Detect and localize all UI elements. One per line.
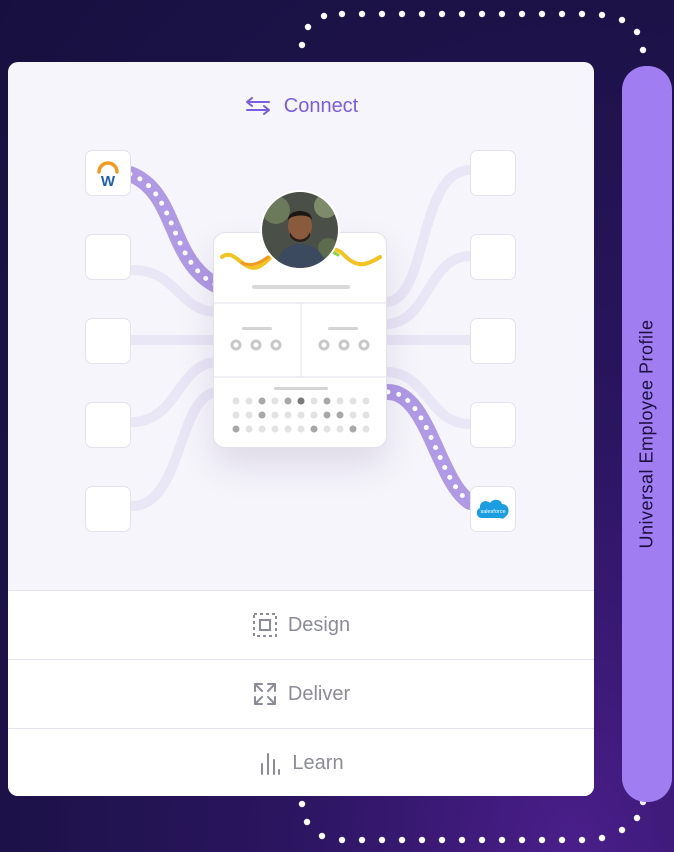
integration-card: Connect W salesforce Design Deliver Lear… <box>8 62 594 796</box>
connect-label: Connect <box>283 94 359 117</box>
system-slot-right-2[interactable] <box>470 234 516 280</box>
tab-deliver[interactable]: Deliver <box>8 659 594 728</box>
sidebar-title: Universal Employee Profile <box>636 319 657 549</box>
learn-label: Learn <box>292 751 344 774</box>
workday-logo[interactable]: W <box>85 150 131 196</box>
system-slot-left-5[interactable] <box>85 486 131 532</box>
deliver-label: Deliver <box>287 682 351 705</box>
tab-connect[interactable]: Connect <box>8 86 594 126</box>
workday-letter: W <box>101 173 116 188</box>
tab-learn[interactable]: Learn <box>8 728 594 796</box>
workday-icon: W <box>97 161 119 188</box>
swap-arrows-icon <box>245 97 270 115</box>
salesforce-logo[interactable]: salesforce <box>470 486 516 532</box>
system-slot-left-4[interactable] <box>85 402 131 448</box>
system-slot-right-4[interactable] <box>470 402 516 448</box>
salesforce-text: salesforce <box>480 509 505 515</box>
salesforce-cloud-icon: salesforce <box>476 499 509 519</box>
expand-arrows-icon <box>253 683 276 705</box>
avatar-photo <box>262 192 338 268</box>
system-slot-left-2[interactable] <box>85 234 131 280</box>
tab-design[interactable]: Design <box>8 590 594 659</box>
system-slot-right-1[interactable] <box>470 150 516 196</box>
design-label: Design <box>287 613 351 636</box>
dashed-frame-icon <box>252 613 277 637</box>
system-slot-right-3[interactable] <box>470 318 516 364</box>
system-slot-left-3[interactable] <box>85 318 131 364</box>
bar-chart-icon <box>261 753 281 775</box>
universal-employee-profile-panel[interactable]: Universal Employee Profile <box>622 66 672 802</box>
employee-avatar[interactable] <box>260 190 340 270</box>
